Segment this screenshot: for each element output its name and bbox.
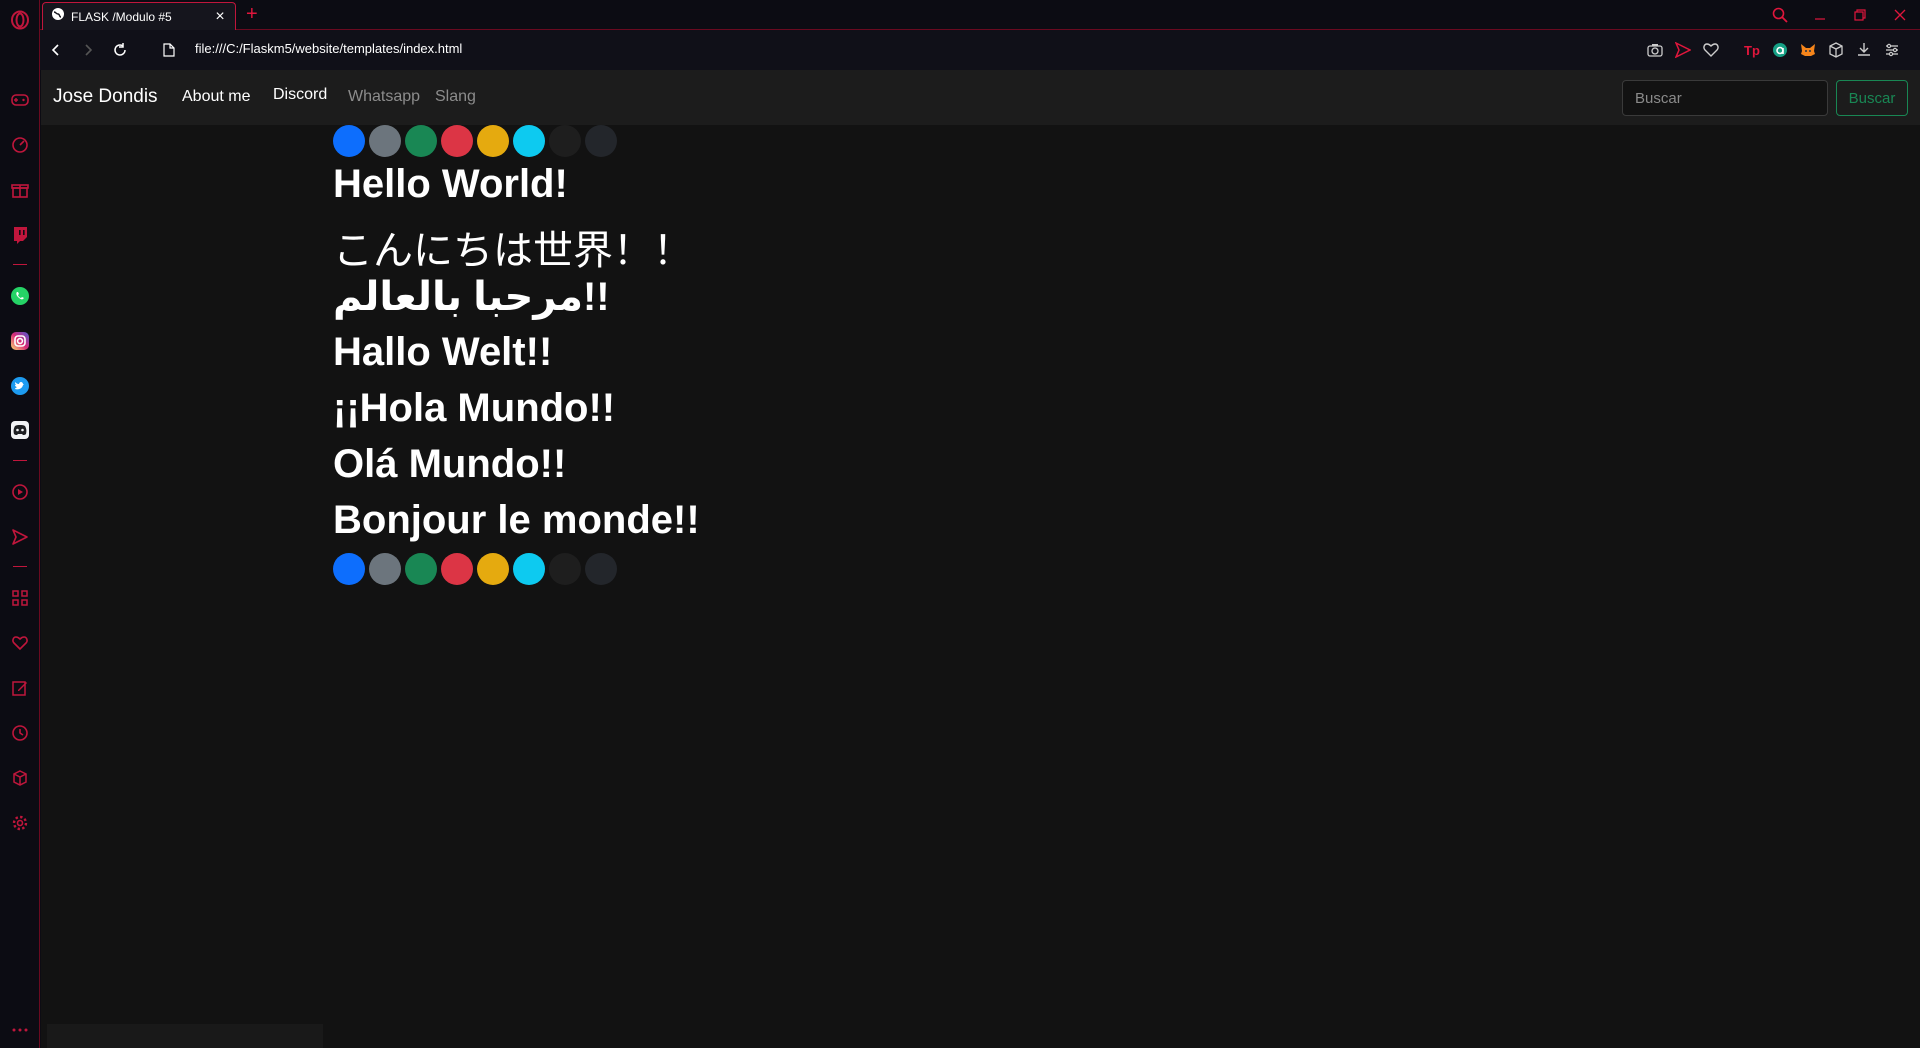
- color-dot: [333, 553, 365, 585]
- color-dot: [513, 553, 545, 585]
- color-dot: [369, 553, 401, 585]
- color-dot: [585, 553, 617, 585]
- forward-icon[interactable]: [77, 39, 99, 61]
- camera-icon[interactable]: [1645, 40, 1665, 60]
- globe-icon: [51, 7, 65, 26]
- nav-link-whatsapp[interactable]: Whatsapp: [348, 88, 420, 106]
- nav-link-slang[interactable]: Slang: [435, 88, 476, 106]
- color-dot: [441, 553, 473, 585]
- apps-icon[interactable]: [8, 586, 32, 610]
- sidebar-separator: [13, 566, 27, 567]
- color-dot: [333, 125, 365, 157]
- more-icon[interactable]: [8, 1018, 32, 1042]
- flow-send-icon[interactable]: [1673, 40, 1693, 60]
- site-navbar: Jose Dondis About me Discord Whatsapp Sl…: [41, 70, 1920, 125]
- easy-setup-icon[interactable]: [1882, 40, 1902, 60]
- twitch-icon[interactable]: [8, 223, 32, 247]
- close-window-icon[interactable]: [1888, 4, 1912, 26]
- sidebar-separator: [13, 460, 27, 461]
- sidebar-separator: [13, 264, 27, 265]
- greeting-english: Hello World!: [333, 162, 568, 206]
- whatsapp-icon[interactable]: [8, 284, 32, 308]
- player-icon[interactable]: [8, 480, 32, 504]
- color-dot: [405, 553, 437, 585]
- search-button[interactable]: Buscar: [1836, 80, 1908, 116]
- color-dot: [441, 125, 473, 157]
- back-icon[interactable]: [45, 39, 67, 61]
- history-icon[interactable]: [8, 721, 32, 745]
- discord-icon[interactable]: [8, 418, 32, 442]
- send-icon[interactable]: [8, 525, 32, 549]
- cube-icon[interactable]: [8, 766, 32, 790]
- web-page: Jose Dondis About me Discord Whatsapp Sl…: [41, 70, 1920, 1048]
- color-dot: [513, 125, 545, 157]
- speed-dial-icon[interactable]: [8, 133, 32, 157]
- greeting-arabic: مرحبا بالعالم!!: [333, 275, 610, 319]
- site-brand[interactable]: Jose Dondis: [53, 86, 158, 108]
- tab-title: FLASK /Modulo #5: [71, 9, 172, 24]
- color-dot: [549, 553, 581, 585]
- heart-icon[interactable]: [8, 631, 32, 655]
- url-field[interactable]: file:///C:/Flaskm5/website/templates/ind…: [195, 41, 462, 56]
- gamepad-icon[interactable]: [8, 88, 32, 112]
- search-tabs-icon[interactable]: [1768, 4, 1792, 26]
- greeting-portuguese: Olá Mundo!!: [333, 442, 567, 486]
- gift-icon[interactable]: [8, 178, 32, 202]
- reload-icon[interactable]: [109, 39, 131, 61]
- nav-link-about-me[interactable]: About me: [182, 88, 250, 106]
- edit-icon[interactable]: [8, 676, 32, 700]
- browser-sidebar: [0, 0, 40, 1048]
- minimize-icon[interactable]: [1808, 4, 1832, 26]
- restore-icon[interactable]: [1848, 4, 1872, 26]
- bookmark-heart-icon[interactable]: [1701, 40, 1721, 60]
- twitter-icon[interactable]: [8, 374, 32, 398]
- color-dot: [405, 125, 437, 157]
- page-info-icon[interactable]: [158, 39, 180, 61]
- search-input[interactable]: [1622, 80, 1828, 116]
- a-extension-icon[interactable]: [1770, 40, 1790, 60]
- color-dot: [585, 125, 617, 157]
- greeting-japanese: こんにちは世界！！: [333, 229, 693, 273]
- cube-extension-icon[interactable]: [1826, 40, 1846, 60]
- greeting-german: Hallo Welt!!: [333, 330, 553, 374]
- address-bar: file:///C:/Flaskm5/website/templates/ind…: [40, 30, 1920, 70]
- color-dot: [477, 125, 509, 157]
- color-dot: [477, 553, 509, 585]
- instagram-icon[interactable]: [8, 329, 32, 353]
- color-dot: [369, 125, 401, 157]
- close-tab-icon[interactable]: ×: [213, 8, 227, 26]
- status-strip: [47, 1024, 323, 1048]
- color-dot: [549, 125, 581, 157]
- tp-extension-icon[interactable]: Tp: [1742, 40, 1762, 60]
- opera-logo-icon[interactable]: [8, 8, 32, 32]
- new-tab-button[interactable]: +: [246, 3, 258, 25]
- greeting-french: Bonjour le monde!!: [333, 498, 700, 542]
- settings-icon[interactable]: [8, 811, 32, 835]
- metamask-icon[interactable]: [1798, 40, 1818, 60]
- download-icon[interactable]: [1854, 40, 1874, 60]
- greeting-spanish: ¡¡Hola Mundo!!: [333, 386, 616, 430]
- tab-bar: FLASK /Modulo #5 × +: [40, 0, 1920, 30]
- browser-tab[interactable]: FLASK /Modulo #5 ×: [42, 2, 236, 30]
- nav-link-discord[interactable]: Discord: [273, 86, 327, 104]
- color-dots-bottom: [333, 553, 617, 585]
- color-dots-top: [333, 125, 617, 157]
